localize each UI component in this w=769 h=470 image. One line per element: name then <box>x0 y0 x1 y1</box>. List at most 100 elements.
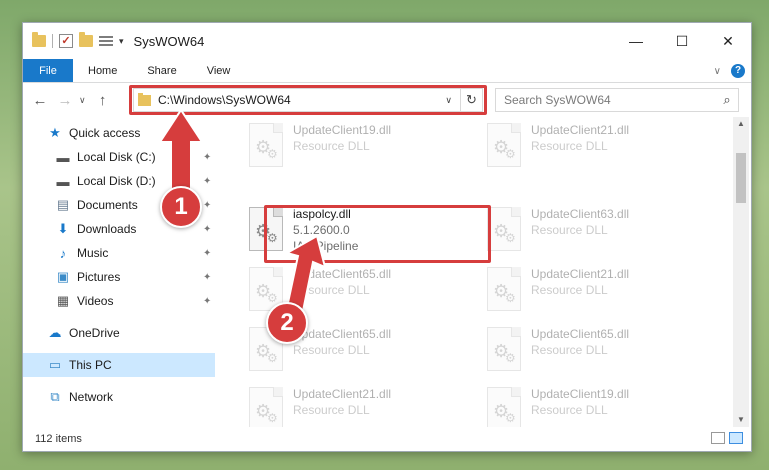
sidebar-item-label: Documents <box>77 198 138 212</box>
forward-button[interactable]: → <box>57 92 73 109</box>
sidebar-item-music[interactable]: ♪ Music ✦ <box>23 241 215 265</box>
file-version: 5.1.2600.0 <box>293 223 350 237</box>
dll-file-icon: ⚙ ⚙ <box>487 207 521 251</box>
cloud-icon: ☁ <box>48 325 62 340</box>
details-view-icon[interactable] <box>711 432 725 444</box>
help-icon[interactable]: ? <box>731 64 745 78</box>
file-item[interactable]: ⚙ ⚙ UpdateClient63.dll Resource DLL <box>481 207 709 267</box>
expand-ribbon-icon[interactable]: ∨ <box>714 66 721 77</box>
divider <box>52 34 53 48</box>
scroll-thumb[interactable] <box>736 153 746 203</box>
file-description: Resource DLL <box>531 139 608 153</box>
dll-file-icon: ⚙ ⚙ <box>487 267 521 311</box>
pin-icon[interactable]: ✦ <box>203 248 211 259</box>
address-dropdown-icon[interactable]: ∨ <box>445 95 452 106</box>
address-bar[interactable]: C:\Windows\SysWOW64 ∨ ↻ <box>133 88 483 112</box>
file-name: UpdateClient21.dll <box>531 267 630 281</box>
pin-icon[interactable]: ✦ <box>203 224 211 235</box>
scroll-up-icon[interactable]: ▲ <box>733 117 749 131</box>
music-icon: ♪ <box>59 245 67 261</box>
pictures-icon: ▣ <box>56 269 70 284</box>
drive-icon: ▬ <box>56 149 70 165</box>
callout-badge-1: 1 <box>160 186 202 228</box>
back-button[interactable]: ← <box>32 92 48 109</box>
dll-file-icon: ⚙ ⚙ <box>249 123 283 167</box>
file-description: Resource DLL <box>293 343 370 357</box>
vertical-scrollbar[interactable]: ▲ ▼ <box>733 117 749 427</box>
file-description: Resource DLL <box>531 223 608 237</box>
minimize-button[interactable]: — <box>613 23 659 59</box>
tab-file[interactable]: File <box>23 59 73 82</box>
file-name: iaspolcy.dll <box>293 207 351 221</box>
sidebar-item-this-pc[interactable]: ▭ This PC <box>23 353 215 377</box>
navigation-pane: ★ Quick access ▬ Local Disk (C:) ✦ ▬ Loc… <box>23 117 215 427</box>
scroll-down-icon[interactable]: ▼ <box>733 413 749 427</box>
search-icon[interactable]: ⌕ <box>716 92 738 108</box>
sidebar-item-videos[interactable]: ▦ Videos ✦ <box>23 289 215 313</box>
folder-icon <box>138 92 151 106</box>
address-path[interactable]: C:\Windows\SysWOW64 <box>158 93 445 107</box>
customize-icon[interactable] <box>99 34 113 48</box>
properties-check-icon[interactable]: ✓ <box>59 34 73 48</box>
search-input[interactable]: Search SysWOW64 <box>504 93 716 107</box>
sidebar-item-pictures[interactable]: ▣ Pictures ✦ <box>23 265 215 289</box>
file-item[interactable]: ⚙ ⚙ UpdateClient19.dll Resource DLL <box>481 387 709 427</box>
sidebar-item-label: This PC <box>69 358 112 372</box>
pin-icon[interactable]: ✦ <box>203 152 211 163</box>
file-name: UpdateClient21.dll <box>293 387 392 401</box>
maximize-button[interactable]: ☐ <box>659 23 705 59</box>
pin-icon[interactable]: ✦ <box>203 272 211 283</box>
search-box[interactable]: Search SysWOW64 ⌕ <box>495 88 739 112</box>
pin-icon[interactable]: ✦ <box>203 296 211 307</box>
file-description: Resource DLL <box>293 403 370 417</box>
drive-icon: ▬ <box>56 173 70 189</box>
file-item[interactable]: ⚙ ⚙ UpdateClient21.dll Resource DLL <box>243 387 471 427</box>
file-item[interactable]: ⚙ ⚙ UpdateClient65.dll Resource DLL <box>481 327 709 387</box>
file-description: Resource DLL <box>293 283 370 297</box>
sidebar-item-network[interactable]: ⧉ Network <box>23 385 215 409</box>
folder-icon[interactable] <box>32 32 46 47</box>
file-item[interactable]: ⚙ ⚙ UpdateClient21.dll Resource DLL <box>481 267 709 327</box>
sidebar-item-local-disk-c[interactable]: ▬ Local Disk (C:) ✦ <box>23 145 215 169</box>
sidebar-item-quick-access[interactable]: ★ Quick access <box>23 121 215 145</box>
tab-share[interactable]: Share <box>132 59 191 82</box>
sidebar-item-label: Pictures <box>77 270 121 284</box>
item-count: 112 items <box>35 433 82 445</box>
file-name: UpdateClient65.dll <box>293 267 392 281</box>
close-button[interactable]: ✕ <box>705 23 751 59</box>
file-name: UpdateClient65.dll <box>293 327 392 341</box>
qat-dropdown-icon[interactable]: ▾ <box>119 36 124 47</box>
tiles-view-icon[interactable] <box>729 432 743 444</box>
quick-access-toolbar: ✓ ▾ <box>32 32 124 48</box>
dll-file-icon: ⚙ ⚙ <box>487 123 521 167</box>
file-description: Resource DLL <box>531 283 608 297</box>
file-name: UpdateClient21.dll <box>531 123 630 137</box>
dll-file-icon: ⚙ ⚙ <box>487 327 521 371</box>
ribbon-right: ∨ ? <box>714 59 745 83</box>
recent-locations-icon[interactable]: ∨ <box>79 95 86 106</box>
file-description: Resource DLL <box>531 343 608 357</box>
pin-icon[interactable]: ✦ <box>203 176 211 187</box>
explorer-window: ✓ ▾ SysWOW64 — ☐ ✕ File Home Share View … <box>22 22 752 452</box>
tab-view[interactable]: View <box>192 59 246 82</box>
refresh-icon[interactable]: ↻ <box>460 89 482 111</box>
tab-home[interactable]: Home <box>73 59 132 82</box>
sidebar-item-onedrive[interactable]: ☁ OneDrive <box>23 321 215 345</box>
sidebar-item-label: Videos <box>77 294 114 308</box>
status-bar: 112 items <box>23 427 751 451</box>
file-name: UpdateClient65.dll <box>531 327 630 341</box>
pin-icon[interactable]: ✦ <box>203 200 211 211</box>
star-icon: ★ <box>49 125 61 140</box>
file-item[interactable]: ⚙ ⚙ UpdateClient19.dll Resource DLL <box>243 123 471 183</box>
view-toggle <box>711 432 743 444</box>
file-name: UpdateClient19.dll <box>531 387 630 401</box>
navigation-bar: ← → ∨ ↑ C:\Windows\SysWOW64 ∨ ↻ Search S… <box>23 83 751 117</box>
file-item[interactable]: ⚙ ⚙ UpdateClient21.dll Resource DLL <box>481 123 709 183</box>
sidebar-item-label: Local Disk (C:) <box>77 150 156 164</box>
dll-file-icon: ⚙ ⚙ <box>487 387 521 427</box>
new-folder-icon[interactable] <box>79 32 93 47</box>
network-icon: ⧉ <box>50 389 60 404</box>
file-description: IAS Pipeline <box>293 239 359 253</box>
up-button[interactable]: ↑ <box>95 92 111 109</box>
file-item-iaspolcy[interactable]: ⚙ ⚙ iaspolcy.dll 5.1.2600.0 IAS Pipeline <box>243 207 471 267</box>
